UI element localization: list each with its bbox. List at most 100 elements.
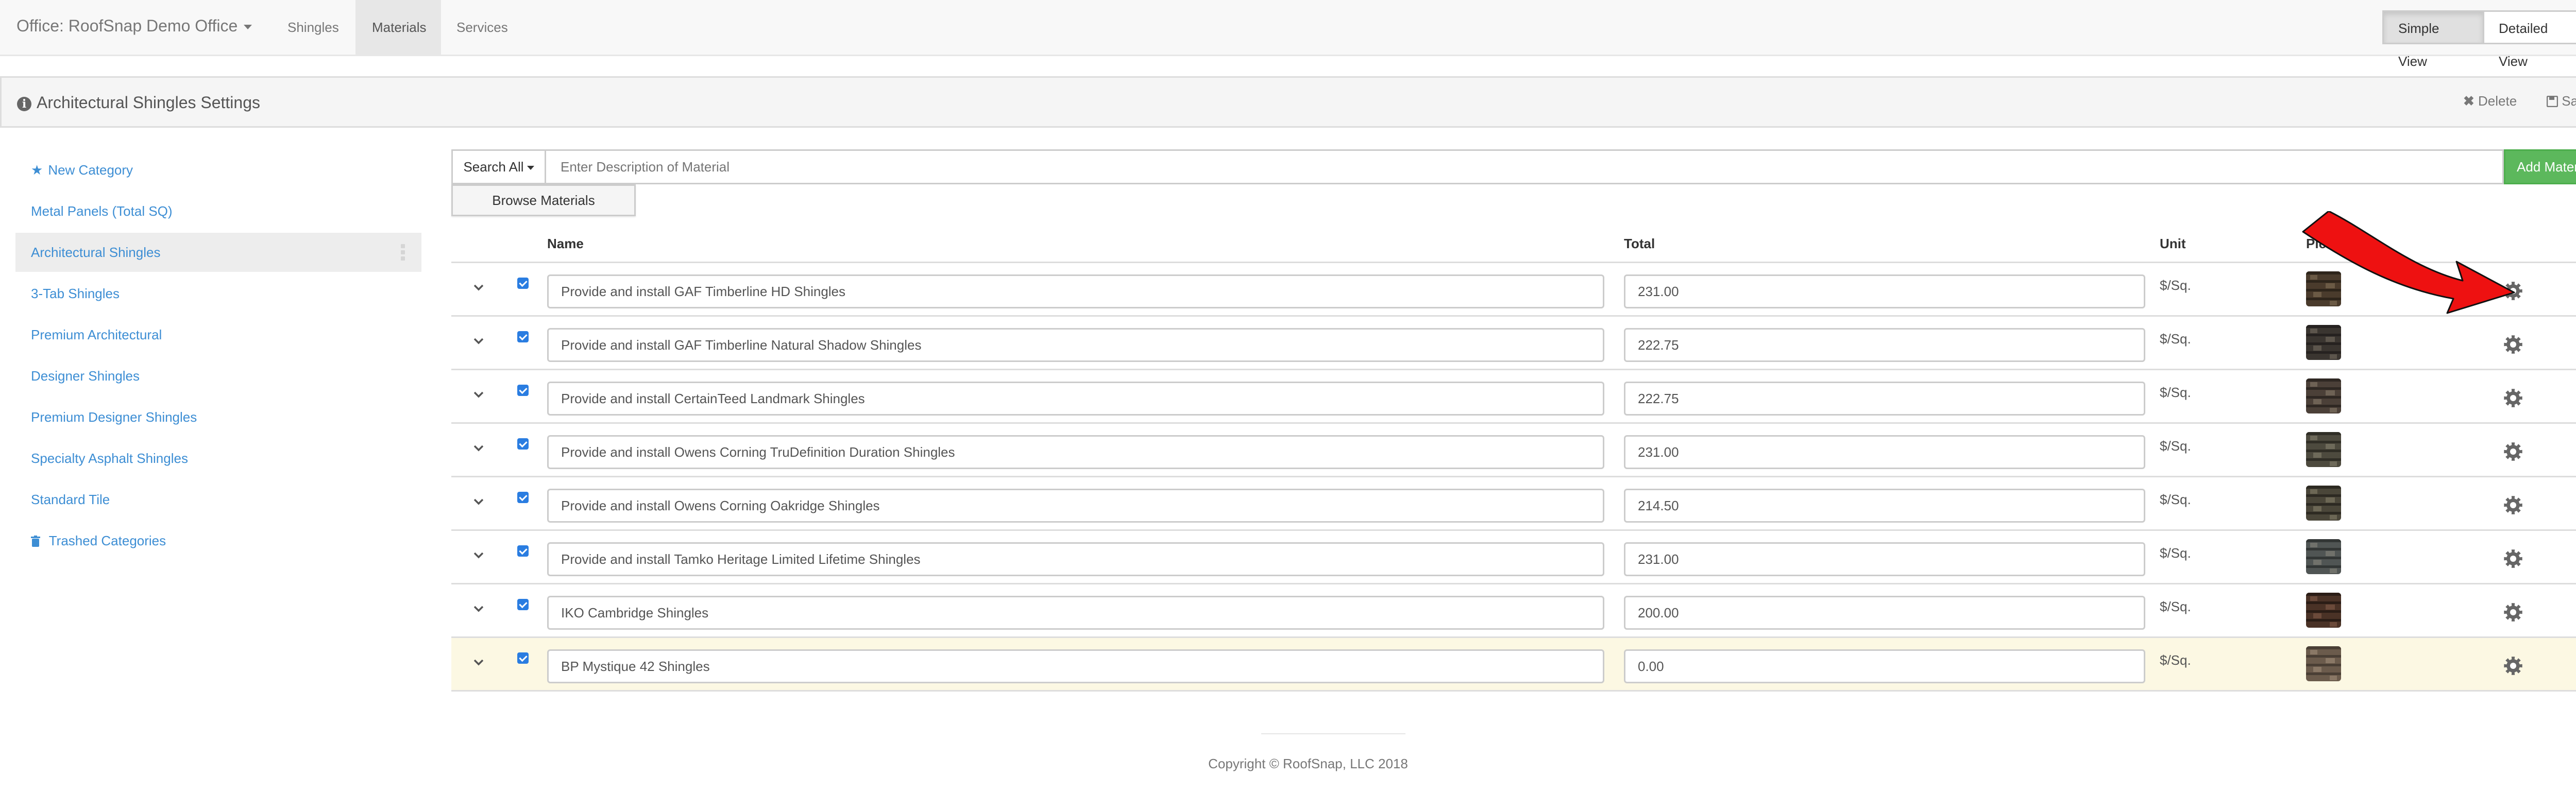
sidebar-item-premium-designer-shingles[interactable]: Premium Designer Shingles — [15, 398, 421, 437]
unit-label: $/Sq. — [2160, 545, 2191, 561]
chevron-down-icon[interactable] — [473, 496, 484, 507]
search-scope-dropdown[interactable]: Search All — [451, 149, 546, 184]
browse-materials-button[interactable]: Browse Materials — [451, 184, 636, 216]
row-checkbox[interactable] — [517, 438, 529, 450]
gear-icon[interactable] — [2502, 440, 2524, 463]
chevron-down-icon[interactable] — [473, 549, 484, 561]
material-total-field[interactable]: 222.75 — [1624, 382, 2145, 416]
chevron-down-icon[interactable] — [473, 442, 484, 454]
sidebar-item-standard-tile[interactable]: Standard Tile — [15, 480, 421, 519]
chevron-down-icon[interactable] — [473, 389, 484, 400]
sidebar-item-designer-shingles[interactable]: Designer Shingles — [15, 356, 421, 395]
gear-icon[interactable] — [2502, 387, 2524, 409]
page-title: i Architectural Shingles Settings — [17, 93, 260, 112]
chevron-down-icon[interactable] — [473, 335, 484, 347]
unit-label: $/Sq. — [2160, 438, 2191, 454]
material-name-field[interactable]: BP Mystique 42 Shingles — [547, 649, 1604, 683]
sidebar-item-architectural-shingles[interactable]: Architectural Shingles — [15, 233, 421, 272]
sidebar-item-new-category[interactable]: ★ New Category — [15, 150, 421, 189]
tab-materials[interactable]: Materials — [355, 0, 441, 55]
add-material-button[interactable]: Add Material — [2504, 149, 2576, 184]
sidebar-item-premium-architectural[interactable]: Premium Architectural — [15, 315, 421, 354]
material-total-field[interactable]: 231.00 — [1624, 274, 2145, 308]
panel-heading: i Architectural Shingles Settings ✖ Delet… — [0, 76, 2576, 128]
material-total-field[interactable]: 214.50 — [1624, 489, 2145, 523]
material-name-field[interactable]: Provide and install Owens Corning Oakrid… — [547, 489, 1604, 523]
material-name-field[interactable]: Provide and install CertainTeed Landmark… — [547, 382, 1604, 416]
material-total-field[interactable]: 200.00 — [1624, 596, 2145, 630]
sidebar-item-label: Premium Designer Shingles — [31, 409, 197, 425]
column-header-name: Name — [547, 236, 584, 251]
office-dropdown[interactable]: Office: RoofSnap Demo Office — [16, 16, 252, 36]
red-arrow-annotation — [2302, 211, 2515, 314]
gear-icon[interactable] — [2502, 654, 2524, 677]
table-row: Provide and install GAF Timberline HD Sh… — [451, 263, 2576, 317]
sidebar-item-3-tab-shingles[interactable]: 3-Tab Shingles — [15, 274, 421, 313]
table-row: Provide and install CertainTeed Landmark… — [451, 370, 2576, 424]
table-row: IKO Cambridge Shingles 200.00 $/Sq. — [451, 584, 2576, 638]
delete-button[interactable]: ✖ Delete — [2463, 93, 2517, 109]
material-name-field[interactable]: Provide and install Tamko Heritage Limit… — [547, 542, 1604, 576]
row-checkbox[interactable] — [517, 278, 529, 289]
material-search-input[interactable] — [546, 149, 2504, 184]
table-row: Provide and install Owens Corning Oakrid… — [451, 477, 2576, 531]
material-picture — [2306, 325, 2341, 360]
material-name-field[interactable]: Provide and install GAF Timberline Natur… — [547, 328, 1604, 362]
material-picture — [2306, 539, 2341, 574]
chevron-down-icon[interactable] — [473, 603, 484, 614]
material-name-field[interactable]: Provide and install GAF Timberline HD Sh… — [547, 274, 1604, 308]
row-checkbox[interactable] — [517, 492, 529, 503]
sidebar-item-label: Designer Shingles — [31, 368, 140, 384]
sidebar-item-specialty-asphalt-shingles[interactable]: Specialty Asphalt Shingles — [15, 439, 421, 478]
unit-label: $/Sq. — [2160, 492, 2191, 507]
simple-view-button[interactable]: Simple View — [2382, 10, 2484, 69]
material-name-field[interactable]: Provide and install Owens Corning TruDef… — [547, 435, 1604, 469]
material-total-field[interactable]: 231.00 — [1624, 435, 2145, 469]
table-row: Provide and install GAF Timberline Natur… — [451, 317, 2576, 370]
save-button[interactable]: Save — [2546, 93, 2576, 109]
tab-label: Materials — [372, 20, 427, 35]
save-label: Save — [2562, 93, 2576, 109]
sidebar-item-metal-panels[interactable]: Metal Panels (Total SQ) — [15, 192, 421, 231]
unit-label: $/Sq. — [2160, 652, 2191, 668]
gear-icon[interactable] — [2502, 547, 2524, 570]
copyright-footer: Copyright © RoofSnap, LLC 2018 — [1208, 756, 1408, 771]
close-icon: ✖ — [2463, 93, 2475, 109]
gear-icon[interactable] — [2502, 494, 2524, 516]
sidebar-item-label: Standard Tile — [31, 492, 110, 507]
star-icon: ★ — [31, 162, 43, 178]
table-row: BP Mystique 42 Shingles 0.00 $/Sq. — [451, 638, 2576, 692]
gear-icon[interactable] — [2502, 333, 2524, 356]
gear-icon[interactable] — [2502, 601, 2524, 624]
tab-shingles[interactable]: Shingles — [271, 0, 355, 55]
sidebar-item-label: Trashed Categories — [48, 533, 166, 548]
material-total-field[interactable]: 231.00 — [1624, 542, 2145, 576]
chevron-down-icon[interactable] — [473, 657, 484, 668]
caret-down-icon — [244, 25, 252, 30]
row-checkbox[interactable] — [517, 545, 529, 557]
drag-handle-icon[interactable] — [401, 244, 406, 262]
chevron-down-icon[interactable] — [473, 282, 484, 293]
sidebar-item-label: Specialty Asphalt Shingles — [31, 451, 188, 466]
unit-label: $/Sq. — [2160, 385, 2191, 400]
detailed-view-button[interactable]: Detailed View — [2483, 10, 2576, 69]
row-checkbox[interactable] — [517, 652, 529, 664]
unit-label: $/Sq. — [2160, 278, 2191, 293]
info-icon: i — [17, 96, 31, 111]
sidebar-item-label: 3-Tab Shingles — [31, 286, 120, 301]
row-checkbox[interactable] — [517, 599, 529, 610]
trash-icon — [31, 536, 40, 547]
material-total-field[interactable]: 222.75 — [1624, 328, 2145, 362]
unit-label: $/Sq. — [2160, 599, 2191, 614]
material-total-field[interactable]: 0.00 — [1624, 649, 2145, 683]
sidebar-item-label: Premium Architectural — [31, 327, 162, 342]
row-checkbox[interactable] — [517, 385, 529, 396]
sidebar-item-trashed-categories[interactable]: Trashed Categories — [15, 521, 421, 560]
material-name-field[interactable]: IKO Cambridge Shingles — [547, 596, 1604, 630]
material-picture — [2306, 646, 2341, 681]
sidebar-item-label: Architectural Shingles — [31, 245, 161, 260]
office-label: Office: RoofSnap Demo Office — [16, 16, 238, 35]
tab-services[interactable]: Services — [440, 0, 524, 55]
sidebar-item-label: Metal Panels (Total SQ) — [31, 203, 173, 219]
row-checkbox[interactable] — [517, 331, 529, 342]
